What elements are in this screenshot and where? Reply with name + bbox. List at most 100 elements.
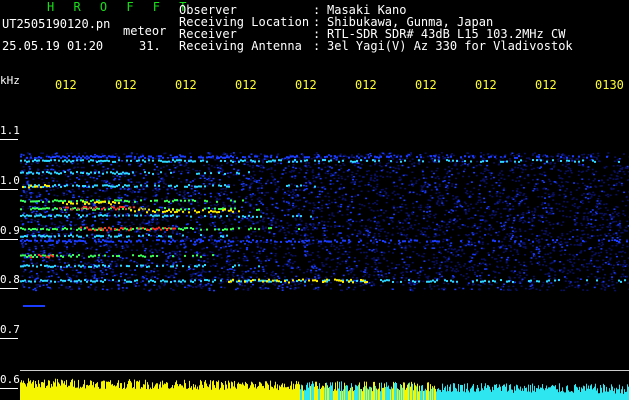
noise-pixel bbox=[74, 263, 77, 265]
noise-pixel bbox=[557, 158, 560, 161]
noise-pixel bbox=[25, 163, 28, 165]
noise-pixel bbox=[398, 168, 401, 170]
noise-pixel bbox=[284, 263, 287, 266]
noise-pixel bbox=[430, 158, 433, 161]
noise-pixel bbox=[472, 166, 475, 169]
noise-pixel bbox=[607, 232, 610, 235]
noise-pixel bbox=[126, 188, 129, 191]
noise-pixel bbox=[263, 158, 266, 160]
noise-pixel bbox=[198, 223, 201, 226]
noise-pixel bbox=[426, 155, 429, 158]
noise-pixel bbox=[444, 249, 447, 251]
noise-pixel bbox=[360, 190, 363, 193]
noise-pixel bbox=[222, 153, 225, 156]
noise-pixel bbox=[574, 286, 577, 289]
noise-pixel bbox=[412, 185, 415, 187]
noise-pixel bbox=[591, 250, 594, 253]
noise-pixel bbox=[507, 264, 510, 267]
noise-pixel bbox=[439, 246, 442, 249]
noise-pixel bbox=[338, 256, 341, 259]
noise-pixel bbox=[593, 194, 596, 196]
noise-pixel bbox=[576, 235, 579, 238]
noise-pixel bbox=[343, 158, 346, 160]
noise-pixel bbox=[311, 266, 314, 268]
noise-pixel bbox=[25, 252, 28, 255]
noise-pixel bbox=[73, 166, 76, 169]
noise-pixel bbox=[340, 167, 343, 170]
noise-pixel bbox=[153, 268, 156, 270]
noise-pixel bbox=[622, 213, 625, 215]
noise-pixel bbox=[47, 182, 50, 184]
noise-pixel bbox=[548, 275, 551, 277]
noise-pixel bbox=[404, 187, 407, 190]
noise-pixel bbox=[519, 274, 522, 277]
noise-pixel bbox=[464, 224, 467, 227]
noise-pixel bbox=[380, 284, 383, 287]
noise-pixel bbox=[484, 263, 487, 266]
noise-pixel bbox=[168, 168, 171, 171]
noise-pixel bbox=[562, 263, 565, 266]
noise-pixel bbox=[26, 190, 29, 193]
noise-pixel bbox=[112, 225, 115, 228]
noise-pixel bbox=[36, 277, 39, 279]
noise-pixel bbox=[373, 217, 376, 220]
noise-pixel bbox=[372, 179, 375, 182]
noise-pixel bbox=[309, 181, 312, 184]
noise-pixel bbox=[456, 283, 459, 285]
noise-pixel bbox=[502, 289, 505, 291]
noise-pixel bbox=[151, 219, 154, 221]
noise-pixel bbox=[24, 243, 27, 245]
noise-pixel bbox=[564, 280, 567, 282]
noise-pixel bbox=[184, 251, 187, 253]
noise-pixel bbox=[364, 269, 367, 271]
noise-pixel bbox=[376, 199, 379, 202]
noise-pixel bbox=[393, 190, 396, 193]
noise-pixel bbox=[561, 243, 564, 245]
noise-pixel bbox=[577, 268, 580, 271]
noise-pixel bbox=[35, 272, 38, 275]
noise-pixel bbox=[107, 206, 110, 208]
noise-pixel bbox=[282, 188, 285, 191]
noise-pixel bbox=[530, 263, 533, 265]
noise-pixel bbox=[446, 187, 449, 189]
noise-pixel bbox=[569, 243, 572, 246]
noise-pixel bbox=[505, 248, 508, 250]
noise-pixel bbox=[602, 285, 605, 288]
noise-pixel bbox=[592, 235, 595, 237]
noise-pixel bbox=[511, 179, 514, 181]
noise-pixel bbox=[393, 248, 396, 251]
noise-pixel bbox=[560, 254, 563, 256]
noise-pixel bbox=[257, 187, 260, 189]
noise-pixel bbox=[417, 222, 420, 225]
noise-pixel bbox=[435, 260, 438, 262]
noise-pixel bbox=[240, 183, 243, 186]
noise-pixel bbox=[580, 250, 583, 252]
noise-pixel bbox=[508, 202, 511, 205]
noise-pixel bbox=[459, 266, 462, 268]
noise-pixel bbox=[82, 166, 85, 169]
noise-pixel bbox=[452, 154, 455, 157]
noise-pixel bbox=[166, 187, 169, 190]
noise-pixel bbox=[444, 261, 447, 263]
noise-pixel bbox=[321, 207, 324, 209]
noise-pixel bbox=[184, 164, 187, 166]
noise-pixel bbox=[465, 267, 468, 270]
noise-pixel bbox=[84, 178, 87, 181]
noise-pixel bbox=[190, 275, 193, 278]
noise-pixel bbox=[165, 218, 168, 221]
noise-pixel bbox=[242, 257, 245, 260]
noise-pixel bbox=[572, 254, 575, 256]
noise-pixel bbox=[136, 212, 139, 215]
noise-pixel bbox=[536, 178, 539, 181]
noise-pixel bbox=[426, 227, 429, 230]
noise-pixel bbox=[386, 259, 389, 262]
noise-pixel bbox=[109, 267, 112, 270]
noise-pixel bbox=[509, 238, 512, 240]
noise-pixel bbox=[119, 275, 122, 278]
noise-pixel bbox=[385, 164, 388, 167]
noise-pixel bbox=[260, 198, 263, 201]
noise-pixel bbox=[467, 165, 470, 167]
noise-pixel bbox=[199, 283, 202, 286]
y-tick-label: 0.9 bbox=[0, 224, 20, 237]
noise-pixel bbox=[442, 231, 445, 233]
